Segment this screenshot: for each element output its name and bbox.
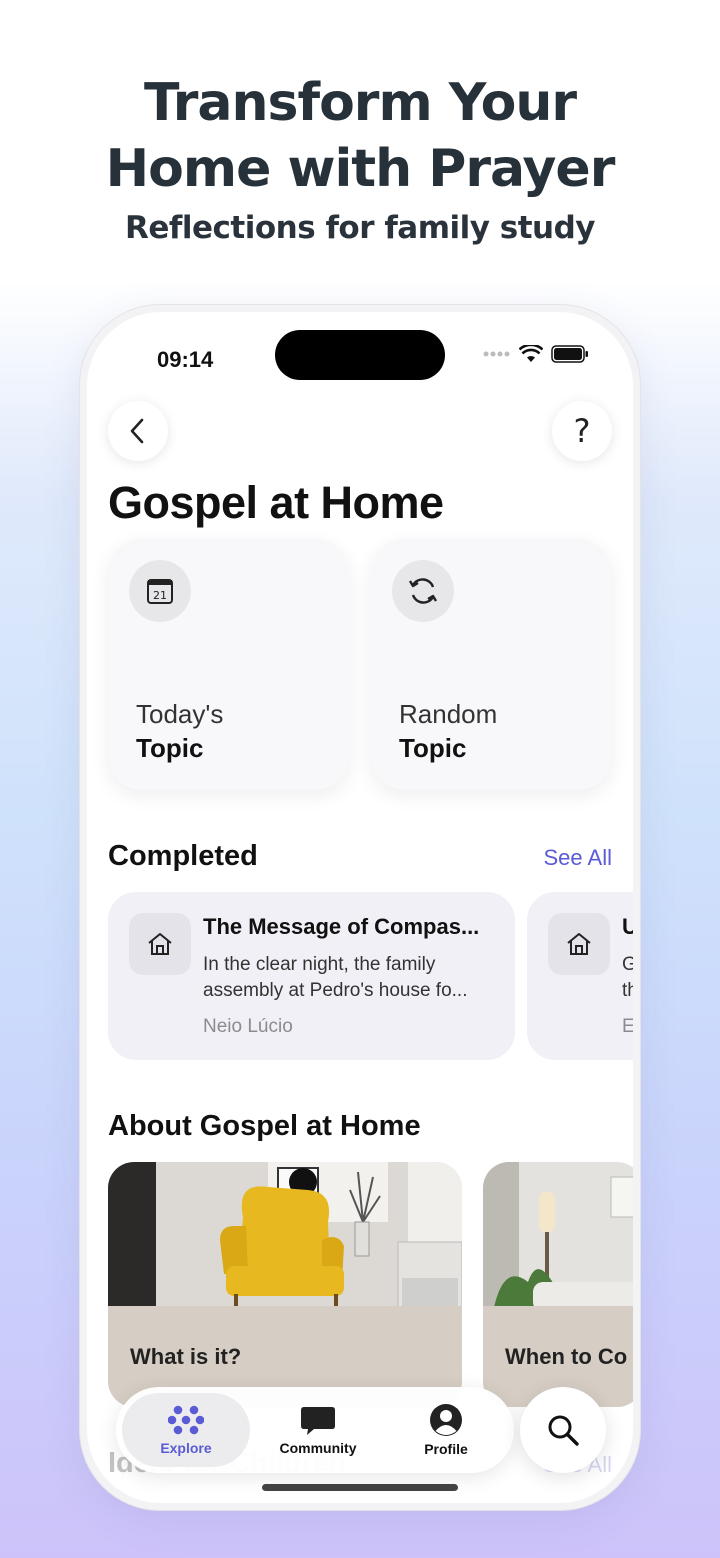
signal-dots-icon: [483, 351, 510, 357]
help-icon: ?: [573, 412, 591, 450]
about-heading: About Gospel at Home: [108, 1110, 421, 1142]
shuffle-icon: [392, 560, 454, 622]
topic-label-line2: Topic: [136, 733, 204, 763]
back-button[interactable]: [108, 401, 168, 461]
tab-bar: Explore Community Profile: [116, 1387, 514, 1473]
todays-topic-label: Today's Topic: [136, 697, 223, 765]
calendar-day: 21: [153, 589, 167, 602]
tab-profile[interactable]: Profile: [386, 1393, 506, 1467]
tab-explore-label: Explore: [160, 1440, 212, 1456]
completed-item-title: The Message of Compas...: [203, 914, 480, 939]
person-icon: [430, 1404, 462, 1436]
promo-headline: Transform Your Home with Prayer: [0, 70, 720, 202]
promo-subheadline: Reflections for family study: [124, 210, 596, 246]
topic-label-line1: Random: [399, 699, 498, 729]
topic-label-line2: Topic: [399, 733, 467, 763]
phone-screen: 09:14 ? Gospel at Home 21 Today's Topic …: [87, 312, 633, 1503]
search-button[interactable]: [520, 1387, 606, 1473]
tab-explore[interactable]: Explore: [122, 1393, 250, 1467]
completed-item-card[interactable]: The Message of Compas... In the clear ni…: [108, 892, 515, 1060]
completed-heading: Completed: [108, 840, 258, 872]
completed-item-author: E: [622, 1016, 633, 1037]
random-topic-card[interactable]: Random Topic: [371, 539, 612, 790]
phone-frame: 09:14 ? Gospel at Home 21 Today's Topic …: [80, 305, 640, 1510]
about-card-what-is-it[interactable]: What is it?: [108, 1162, 462, 1407]
completed-item-excerpt: In the clear night, the family assembly …: [203, 954, 468, 1001]
battery-icon: [551, 345, 588, 363]
completed-item-author: Neio Lúcio: [203, 1016, 293, 1037]
tab-profile-label: Profile: [424, 1441, 468, 1457]
house-icon: [548, 913, 610, 975]
wifi-icon: [519, 345, 543, 362]
completed-item-excerpt: G th: [622, 954, 633, 1001]
search-icon: [548, 1415, 579, 1446]
help-button[interactable]: ?: [552, 401, 612, 461]
headline-line-1: Transform Your: [143, 73, 577, 133]
home-indicator[interactable]: [262, 1484, 458, 1491]
calendar-icon: 21: [129, 560, 191, 622]
tab-community-label: Community: [279, 1440, 357, 1456]
completed-see-all-link[interactable]: See All: [544, 845, 613, 871]
page-title: Gospel at Home: [108, 477, 444, 528]
completed-item-title: U: [622, 914, 633, 939]
chat-bubble-icon: [301, 1407, 335, 1435]
status-icons: [483, 345, 589, 363]
tab-community[interactable]: Community: [256, 1393, 380, 1467]
dynamic-island: [275, 330, 445, 380]
topic-label-line1: Today's: [136, 699, 224, 729]
random-topic-label: Random Topic: [399, 697, 497, 765]
todays-topic-card[interactable]: 21 Today's Topic: [108, 539, 349, 790]
house-icon: [129, 913, 191, 975]
completed-item-card[interactable]: U G th E: [527, 892, 633, 1060]
status-time: 09:14: [157, 347, 214, 372]
headline-line-2: Home with Prayer: [105, 139, 616, 199]
explore-icon: [168, 1405, 204, 1435]
chevron-left-icon: [130, 418, 144, 444]
about-card-when-to[interactable]: When to Co: [483, 1162, 633, 1407]
